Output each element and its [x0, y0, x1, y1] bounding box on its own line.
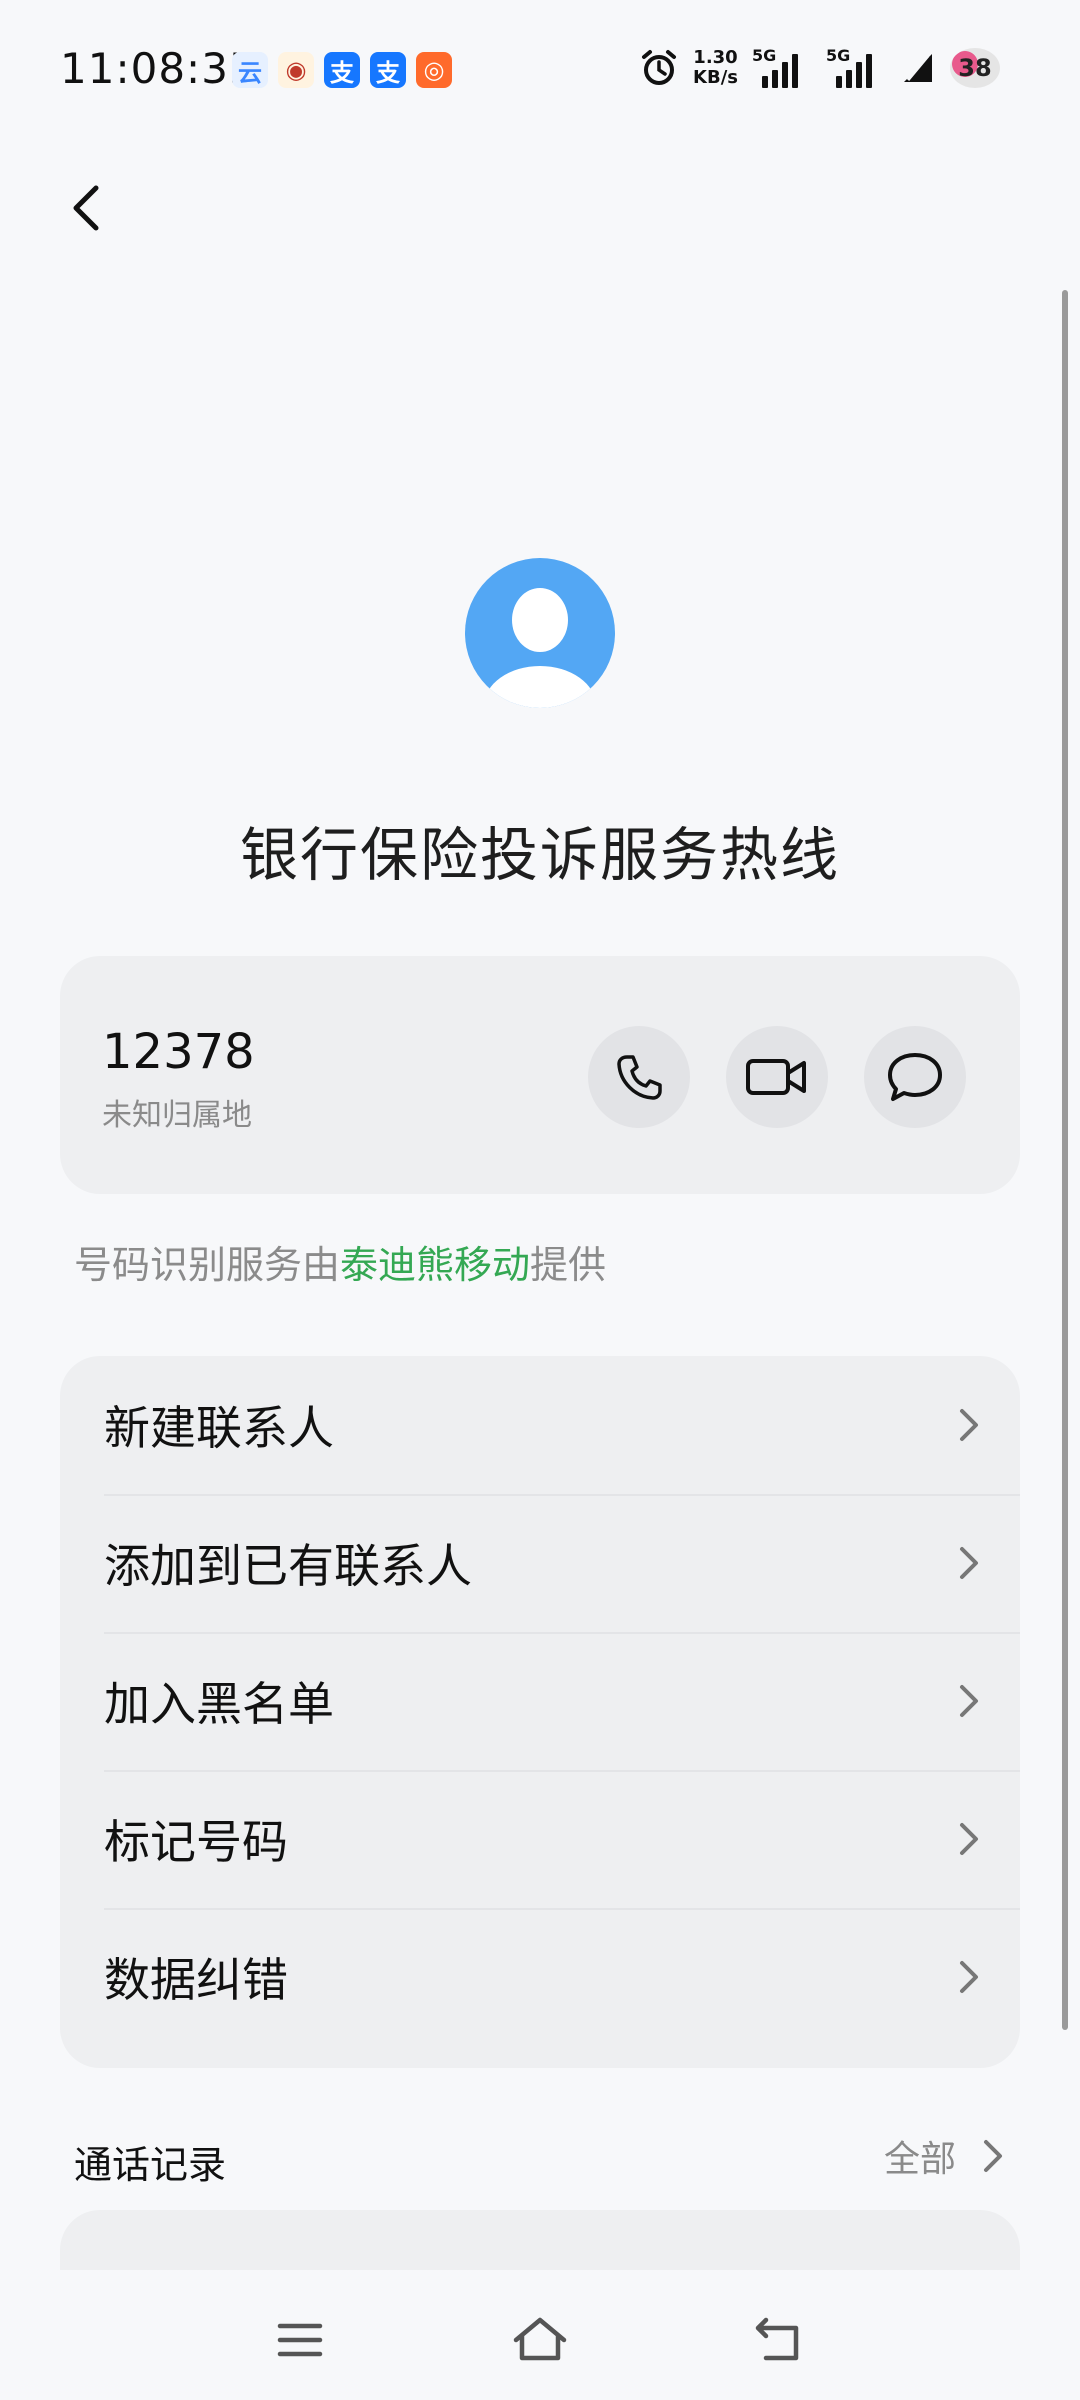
- shopping-app-icon: ◎: [416, 52, 452, 88]
- call-log-list: [60, 2210, 1020, 2270]
- network-speed-value: 1.30: [693, 47, 738, 68]
- network-type-label: 5G: [752, 46, 777, 65]
- notification-app-icons: 云 ◉ 支 支 ◎: [232, 52, 452, 88]
- menu-item-label: 新建联系人: [104, 1401, 334, 1455]
- no-sim-icon: [904, 54, 932, 82]
- phone-number-card: 12378 未知归属地: [60, 956, 1020, 1194]
- contact-name: 银行保险投诉服务热线: [239, 821, 840, 889]
- chevron-right-icon: [960, 1409, 978, 1441]
- signal-strength-icon: 5G: [752, 46, 812, 88]
- status-bar: 11:08:35 云 ◉ 支 支 ◎ 1.30 KB/s 5G 5G 38: [0, 0, 1080, 140]
- call-log-title: 通话记录: [74, 2143, 227, 2187]
- status-indicators: 1.30 KB/s 5G 5G 38: [639, 46, 1000, 88]
- cloud-app-icon: 云: [232, 52, 268, 88]
- back-icon[interactable]: [752, 2312, 808, 2368]
- menu-item-data-correction[interactable]: 数据纠错: [60, 1908, 1020, 2046]
- chevron-right-icon: [960, 1547, 978, 1579]
- battery-level: 38: [950, 48, 1000, 88]
- contact-avatar: [465, 558, 615, 708]
- alipay-icon: 支: [370, 52, 406, 88]
- chat-bubble-icon: [888, 1053, 942, 1101]
- phone-icon: [617, 1055, 662, 1100]
- status-time: 11:08:35: [60, 44, 257, 93]
- person-icon: [484, 588, 596, 708]
- back-arrow-icon[interactable]: [58, 178, 118, 238]
- menu-item-new-contact[interactable]: 新建联系人: [60, 1356, 1020, 1494]
- system-navigation-bar: [0, 2274, 1080, 2400]
- bank-app-icon: ◉: [278, 52, 314, 88]
- call-log-all-link[interactable]: 全部: [884, 2130, 1006, 2182]
- menu-item-mark-number[interactable]: 标记号码: [60, 1770, 1020, 1908]
- message-button[interactable]: [864, 1026, 966, 1128]
- all-label: 全部: [883, 2139, 956, 2180]
- phone-location: 未知归属地: [102, 1098, 252, 1133]
- network-type-label: 5G: [826, 46, 851, 65]
- call-button[interactable]: [588, 1026, 690, 1128]
- caller-id-source-note: 号码识别服务由泰迪熊移动提供: [74, 1234, 606, 1289]
- alarm-clock-icon: [642, 50, 677, 85]
- network-speed-unit: KB/s: [693, 67, 738, 88]
- alipay-icon: 支: [324, 52, 360, 88]
- source-provider-link[interactable]: 泰迪熊移动: [340, 1243, 530, 1287]
- signal-strength-icon: 5G: [826, 46, 886, 88]
- menu-item-label: 数据纠错: [104, 1953, 288, 2007]
- video-camera-icon: [746, 1059, 806, 1095]
- chevron-right-icon: [960, 1685, 978, 1717]
- menu-item-blacklist[interactable]: 加入黑名单: [60, 1632, 1020, 1770]
- source-note-suffix: 提供: [530, 1243, 607, 1287]
- menu-item-label: 加入黑名单: [104, 1677, 334, 1731]
- network-speed: 1.30 KB/s: [693, 48, 738, 88]
- chevron-right-icon: [960, 1823, 978, 1855]
- phone-number[interactable]: 12378: [102, 1024, 255, 1080]
- menu-item-add-to-existing[interactable]: 添加到已有联系人: [60, 1494, 1020, 1632]
- menu-item-label: 添加到已有联系人: [104, 1539, 472, 1593]
- contact-actions-menu: 新建联系人 添加到已有联系人 加入黑名单 标记号码 数据纠错: [60, 1356, 1020, 2068]
- home-icon[interactable]: [512, 2312, 568, 2368]
- menu-icon[interactable]: [272, 2312, 328, 2368]
- source-note-prefix: 号码识别服务由: [74, 1243, 341, 1287]
- scrollbar[interactable]: [1062, 290, 1068, 2030]
- chevron-right-icon: [960, 1961, 978, 1993]
- video-call-button[interactable]: [726, 1026, 828, 1128]
- menu-item-label: 标记号码: [104, 1815, 288, 1869]
- chevron-right-icon: [984, 2140, 1002, 2172]
